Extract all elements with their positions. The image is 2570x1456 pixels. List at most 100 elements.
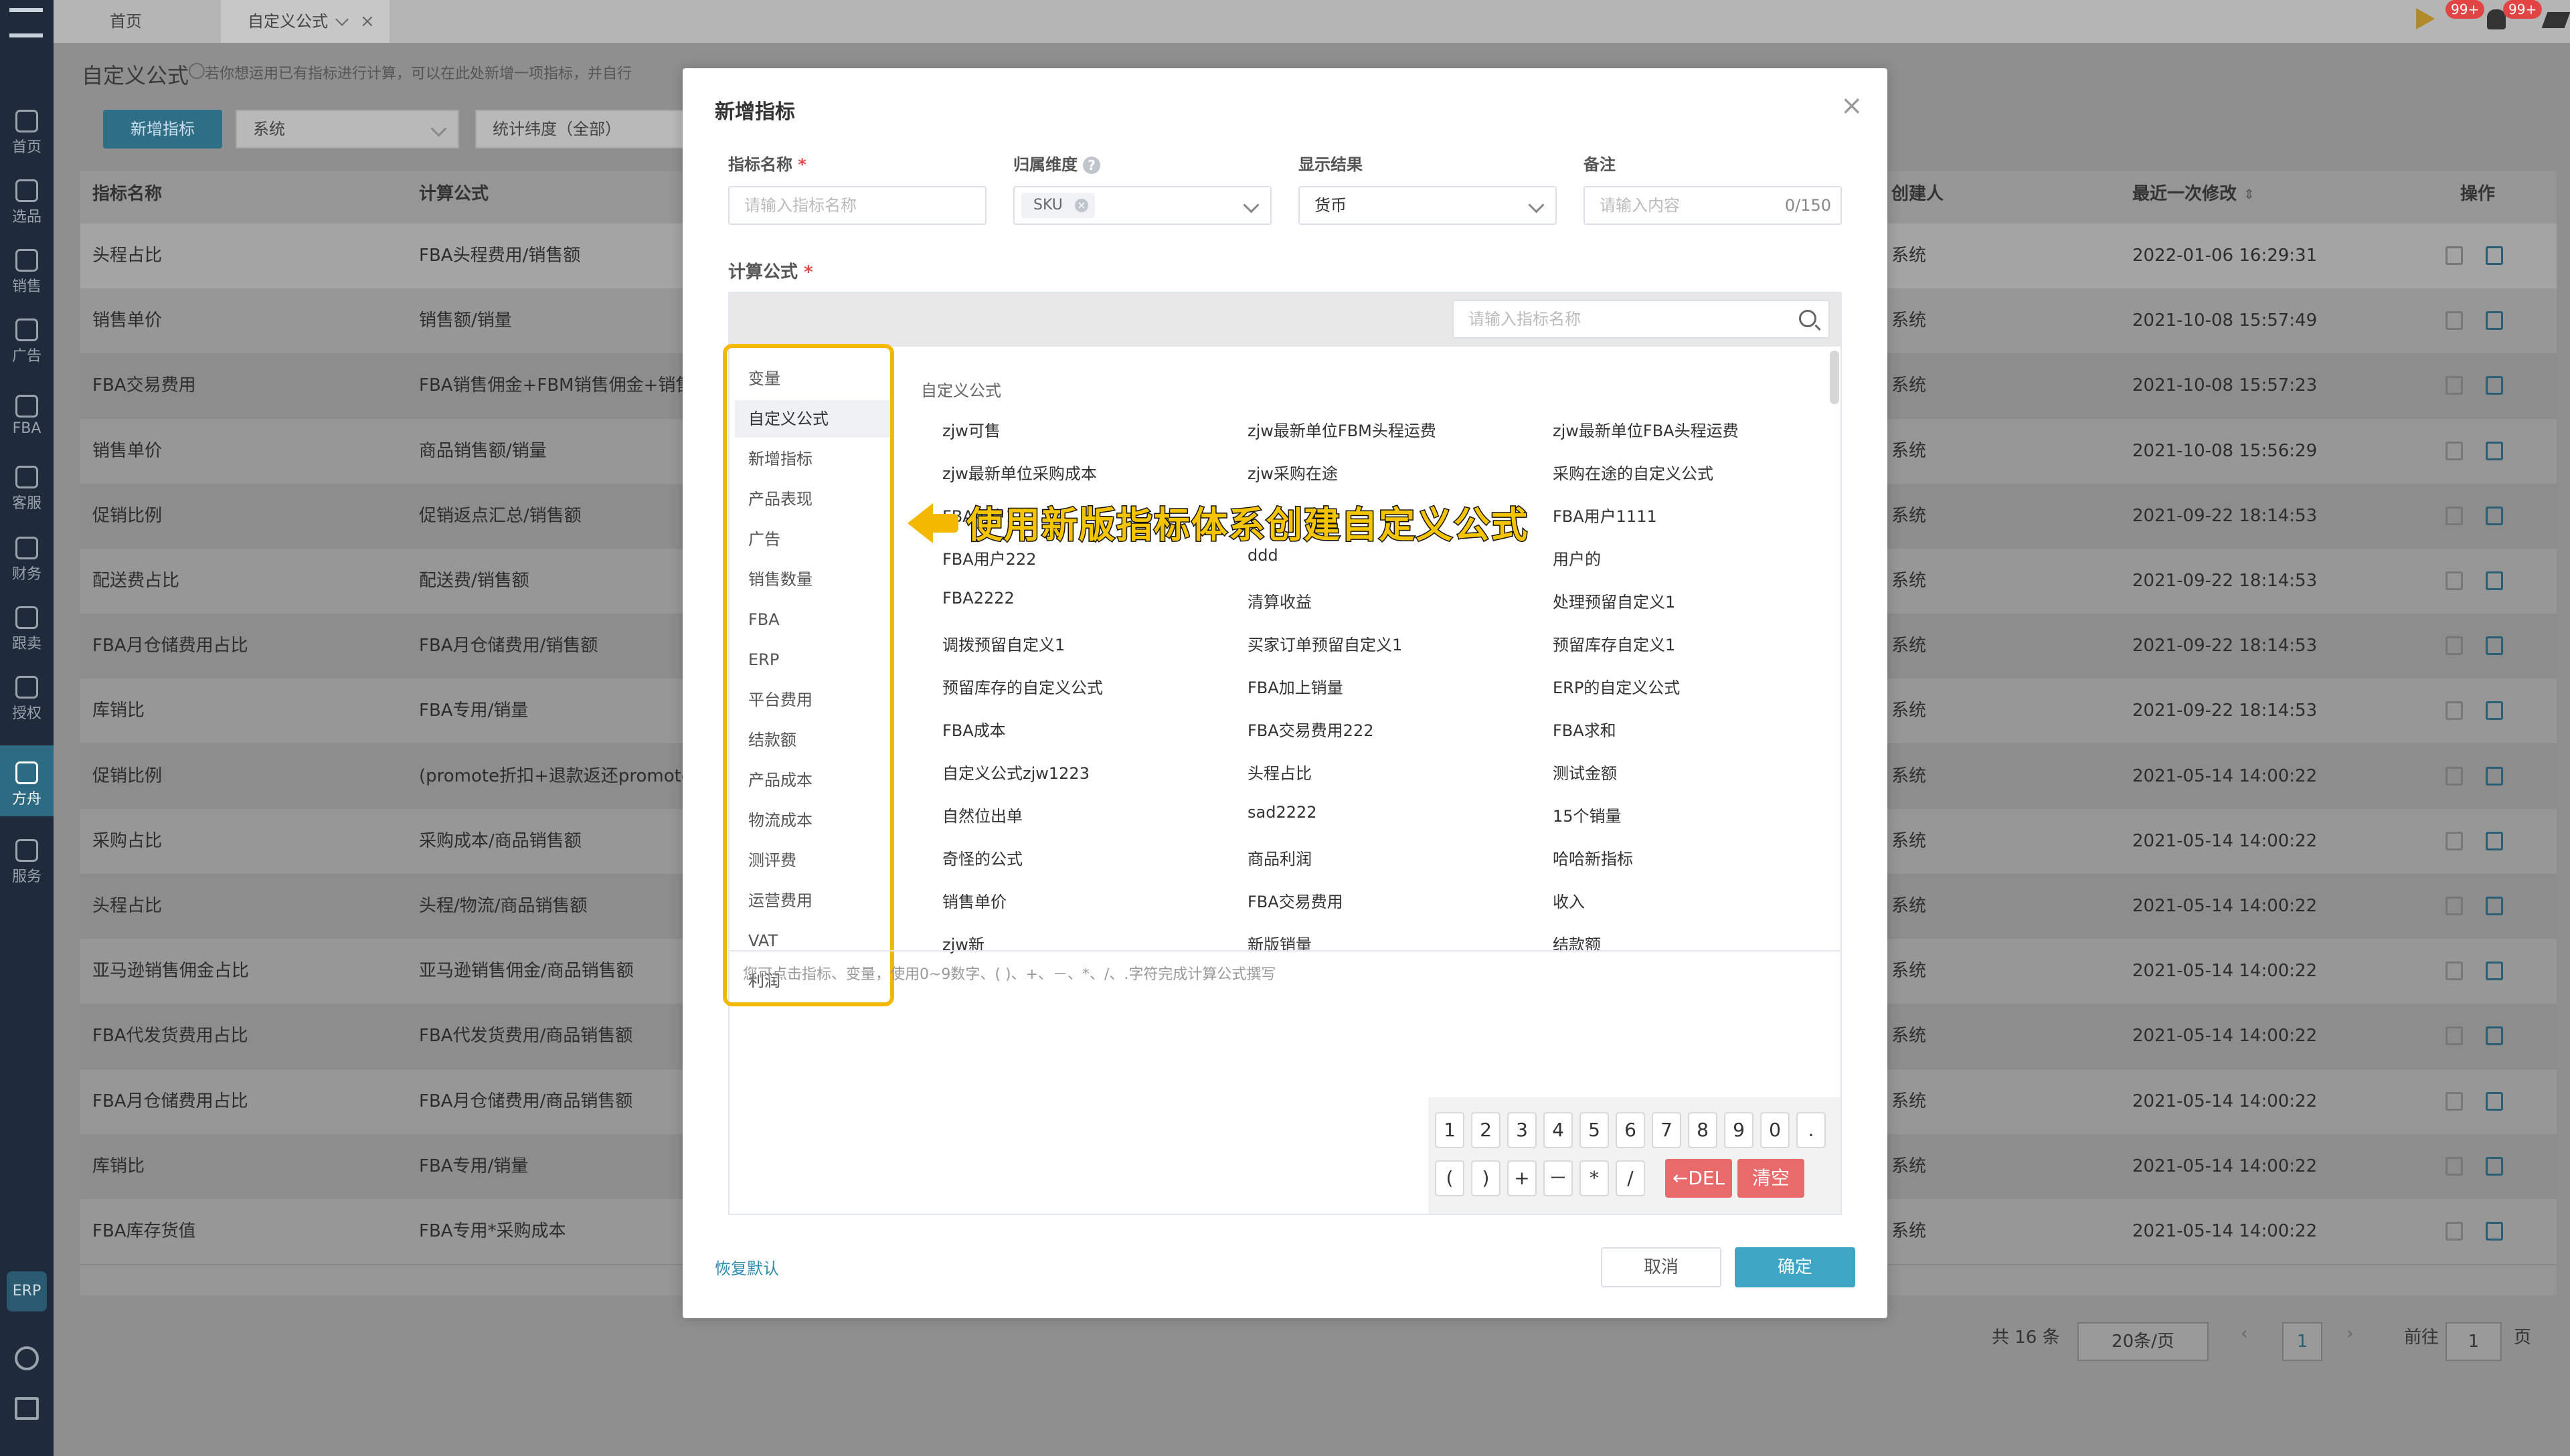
tab-custom-formula[interactable]: 自定义公式 × bbox=[221, 0, 390, 43]
edit-icon[interactable] bbox=[2486, 376, 2503, 395]
close-icon[interactable]: × bbox=[360, 0, 375, 43]
key-button[interactable]: 1 bbox=[1435, 1112, 1464, 1148]
edit-icon[interactable] bbox=[2486, 701, 2503, 721]
app-logo-icon[interactable] bbox=[9, 8, 43, 37]
creator-filter[interactable]: 系统 bbox=[236, 110, 459, 149]
edit-icon[interactable] bbox=[2486, 636, 2503, 656]
trash-icon[interactable] bbox=[2446, 441, 2463, 460]
trash-icon[interactable] bbox=[2446, 701, 2463, 721]
trash-icon[interactable] bbox=[2446, 376, 2463, 395]
key-button[interactable]: * bbox=[1579, 1160, 1609, 1196]
category-item[interactable]: 测评费 bbox=[735, 842, 894, 879]
metric-item[interactable]: 调拨预留自定义1 bbox=[942, 632, 1065, 655]
category-item[interactable]: 新增指标 bbox=[735, 440, 894, 478]
metric-item[interactable]: 销售单价 bbox=[942, 889, 1007, 912]
metric-item[interactable]: zjw采购在途 bbox=[1248, 460, 1338, 484]
metric-item[interactable]: zjw最新单位FBA头程运费 bbox=[1553, 418, 1739, 441]
column-header-modified[interactable]: 最近一次修改 bbox=[2132, 171, 2237, 217]
metric-item[interactable]: ERP的自定义公式 bbox=[1553, 674, 1680, 698]
metric-item[interactable]: 测试金额 bbox=[1553, 760, 1617, 784]
sidebar-item-9[interactable]: 方舟 bbox=[0, 745, 54, 816]
dimension-filter[interactable]: 统计纬度（全部） bbox=[475, 110, 699, 149]
metric-item[interactable]: 买家订单预留自定义1 bbox=[1248, 632, 1402, 655]
metric-item[interactable]: 预留库存的自定义公式 bbox=[942, 674, 1103, 698]
sidebar-item-4[interactable]: FBA bbox=[0, 395, 54, 437]
trash-icon[interactable] bbox=[2446, 571, 2463, 590]
key-button[interactable]: + bbox=[1507, 1160, 1537, 1196]
add-metric-button[interactable]: 新增指标 bbox=[103, 110, 222, 149]
key-button[interactable]: 8 bbox=[1688, 1112, 1717, 1148]
metric-item[interactable]: 自定义公式zjw1223 bbox=[942, 760, 1090, 784]
chevron-down-icon[interactable] bbox=[335, 13, 349, 26]
metric-item[interactable]: zjw可售 bbox=[942, 418, 1001, 441]
erp-switch[interactable]: ERP bbox=[7, 1271, 47, 1311]
metric-item[interactable]: sad2222 bbox=[1248, 803, 1317, 822]
metric-item[interactable]: 用户的 bbox=[1553, 546, 1601, 569]
close-icon[interactable]: × bbox=[1840, 92, 1863, 119]
metric-item[interactable]: zjw最新单位采购成本 bbox=[942, 460, 1097, 484]
sidebar-item-2[interactable]: 销售 bbox=[0, 249, 54, 296]
metric-item[interactable]: 处理预留自定义1 bbox=[1553, 589, 1675, 612]
dimension-select[interactable]: SKU × bbox=[1013, 186, 1272, 225]
key-button[interactable]: ( bbox=[1435, 1160, 1464, 1196]
key-button[interactable]: / bbox=[1616, 1160, 1645, 1196]
trash-icon[interactable] bbox=[2446, 1026, 2463, 1046]
metric-item[interactable]: 头程占比 bbox=[1248, 760, 1312, 784]
key-button[interactable]: 3 bbox=[1507, 1112, 1537, 1148]
category-item[interactable]: 运营费用 bbox=[735, 882, 894, 919]
sidebar-item-0[interactable]: 首页 bbox=[0, 110, 54, 157]
edit-icon[interactable] bbox=[2486, 831, 2503, 850]
category-item[interactable]: 广告 bbox=[735, 521, 894, 558]
cancel-button[interactable]: 取消 bbox=[1601, 1247, 1721, 1287]
category-item[interactable]: 物流成本 bbox=[735, 802, 894, 839]
search-icon[interactable] bbox=[1799, 310, 1816, 327]
sidebar-item-5[interactable]: 客服 bbox=[0, 466, 54, 513]
metric-item[interactable]: 哈哈新指标 bbox=[1553, 846, 1633, 869]
trash-icon[interactable] bbox=[2446, 766, 2463, 786]
delete-button[interactable]: ←DEL bbox=[1665, 1159, 1732, 1198]
restore-default-link[interactable]: 恢复默认 bbox=[715, 1255, 779, 1279]
sidebar-item-3[interactable]: 广告 bbox=[0, 318, 54, 365]
key-button[interactable]: . bbox=[1796, 1112, 1826, 1148]
metric-item[interactable]: FBA加上销量 bbox=[1248, 674, 1343, 698]
trash-icon[interactable] bbox=[2446, 962, 2463, 981]
metric-item[interactable]: 自然位出单 bbox=[942, 803, 1023, 826]
category-item[interactable]: VAT bbox=[735, 922, 894, 960]
page-size-select[interactable]: 20条/页 bbox=[2077, 1322, 2209, 1361]
metric-item[interactable]: FBA交易费用 bbox=[1248, 889, 1343, 912]
key-button[interactable]: 2 bbox=[1471, 1112, 1501, 1148]
category-item[interactable]: 产品成本 bbox=[735, 761, 894, 799]
category-item[interactable]: 销售数量 bbox=[735, 561, 894, 598]
sidebar-item-7[interactable]: 跟卖 bbox=[0, 606, 54, 653]
trash-icon[interactable] bbox=[2446, 1222, 2463, 1241]
metric-item[interactable]: FBA用户1111 bbox=[1553, 503, 1657, 527]
edit-icon[interactable] bbox=[2486, 441, 2503, 460]
user-icon[interactable] bbox=[15, 1346, 39, 1370]
key-button[interactable]: 5 bbox=[1579, 1112, 1609, 1148]
edit-icon[interactable] bbox=[2486, 506, 2503, 525]
category-item[interactable]: 产品表现 bbox=[735, 480, 894, 518]
display-select[interactable]: 货币 bbox=[1298, 186, 1557, 225]
category-item[interactable]: 平台费用 bbox=[735, 681, 894, 719]
help-icon[interactable]: ? bbox=[1083, 157, 1100, 174]
sidebar-item-8[interactable]: 授权 bbox=[0, 676, 54, 723]
edit-icon[interactable] bbox=[2486, 311, 2503, 331]
metric-item[interactable]: 预留库存自定义1 bbox=[1553, 632, 1675, 655]
goto-input[interactable]: 1 bbox=[2446, 1322, 2502, 1361]
trash-icon[interactable] bbox=[2446, 1156, 2463, 1176]
trash-icon[interactable] bbox=[2446, 506, 2463, 525]
metric-item[interactable]: FBA2222 bbox=[942, 589, 1015, 608]
graduation-cap-icon[interactable] bbox=[2541, 12, 2570, 28]
sidebar-item-1[interactable]: 选品 bbox=[0, 179, 54, 226]
tab-home[interactable]: 首页 bbox=[83, 0, 169, 43]
next-page-button[interactable]: › bbox=[2346, 1324, 2353, 1344]
trash-icon[interactable] bbox=[2446, 246, 2463, 265]
formula-input[interactable]: 您可点击指标、变量，使用0~9数字、( )、+、－、*、/、.字符完成计算公式撰… bbox=[743, 962, 1276, 984]
category-item[interactable]: 变量 bbox=[735, 360, 894, 397]
sort-icon[interactable]: ⇕ bbox=[2243, 186, 2255, 202]
note-input[interactable]: 请输入内容 0/150 bbox=[1583, 186, 1842, 225]
metric-item[interactable]: FBA用户222 bbox=[942, 546, 1037, 569]
metric-item[interactable]: FBA成本 bbox=[942, 717, 1006, 741]
edit-icon[interactable] bbox=[2486, 571, 2503, 590]
sidebar-item-6[interactable]: 财务 bbox=[0, 537, 54, 583]
